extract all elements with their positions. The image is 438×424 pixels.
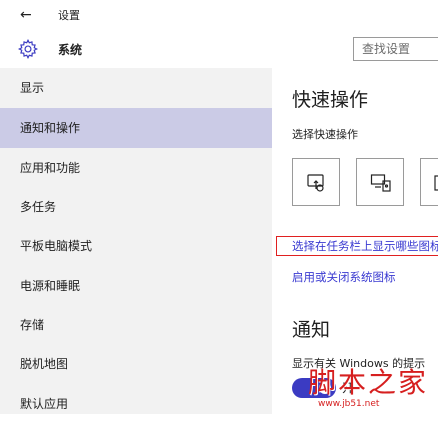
taskbar-icons-link[interactable]: 选择在任务栏上显示哪些图标 [292,238,438,254]
watermark-text: 脚本之家 [308,366,429,399]
tablet-mode-icon [307,174,324,192]
sidebar: 显示 通知和操作 应用和功能 多任务 平板电脑模式 电源和睡眠 存储 脱机地图 … [0,68,272,414]
main-panel: 快速操作 选择快速操作 选择在任务栏上显示哪些图标 启用或关闭系统图标 通知 显… [272,68,438,414]
window-title: 设置 [58,9,80,22]
sidebar-item-storage[interactable]: 存储 [0,305,272,345]
gear-icon [17,38,39,60]
quick-action-tile-extra[interactable] [420,158,438,206]
sidebar-item-apps[interactable]: 应用和功能 [0,148,272,188]
sidebar-item-default-apps[interactable]: 默认应用 [0,384,272,424]
quick-actions-title: 快速操作 [292,89,369,111]
sidebar-item-multitasking[interactable]: 多任务 [0,187,272,227]
quick-action-tile-connect[interactable] [356,158,404,206]
connect-display-icon [370,174,391,192]
quick-action-tile-tablet-mode[interactable] [292,158,340,206]
search-input[interactable] [354,38,434,60]
extra-tile-icon [434,175,438,191]
back-arrow-icon[interactable]: ← [20,6,32,24]
sidebar-item-tablet-mode[interactable]: 平板电脑模式 [0,226,272,266]
system-icons-link[interactable]: 启用或关闭系统图标 [292,269,396,285]
page-title: 系统 [58,43,83,57]
sidebar-item-notifications[interactable]: 通知和操作 [0,108,272,148]
search-box[interactable] [353,37,438,61]
sidebar-item-display[interactable]: 显示 [0,68,272,108]
page-header: 系统 [0,30,438,68]
sidebar-item-offline-maps[interactable]: 脱机地图 [0,344,272,384]
title-bar: ← 设置 [0,0,438,30]
sidebar-item-power-sleep[interactable]: 电源和睡眠 [0,266,272,306]
notifications-title: 通知 [292,319,331,341]
quick-actions-subtitle: 选择快速操作 [292,128,358,141]
watermark-url: www.jb51.net [318,399,380,409]
